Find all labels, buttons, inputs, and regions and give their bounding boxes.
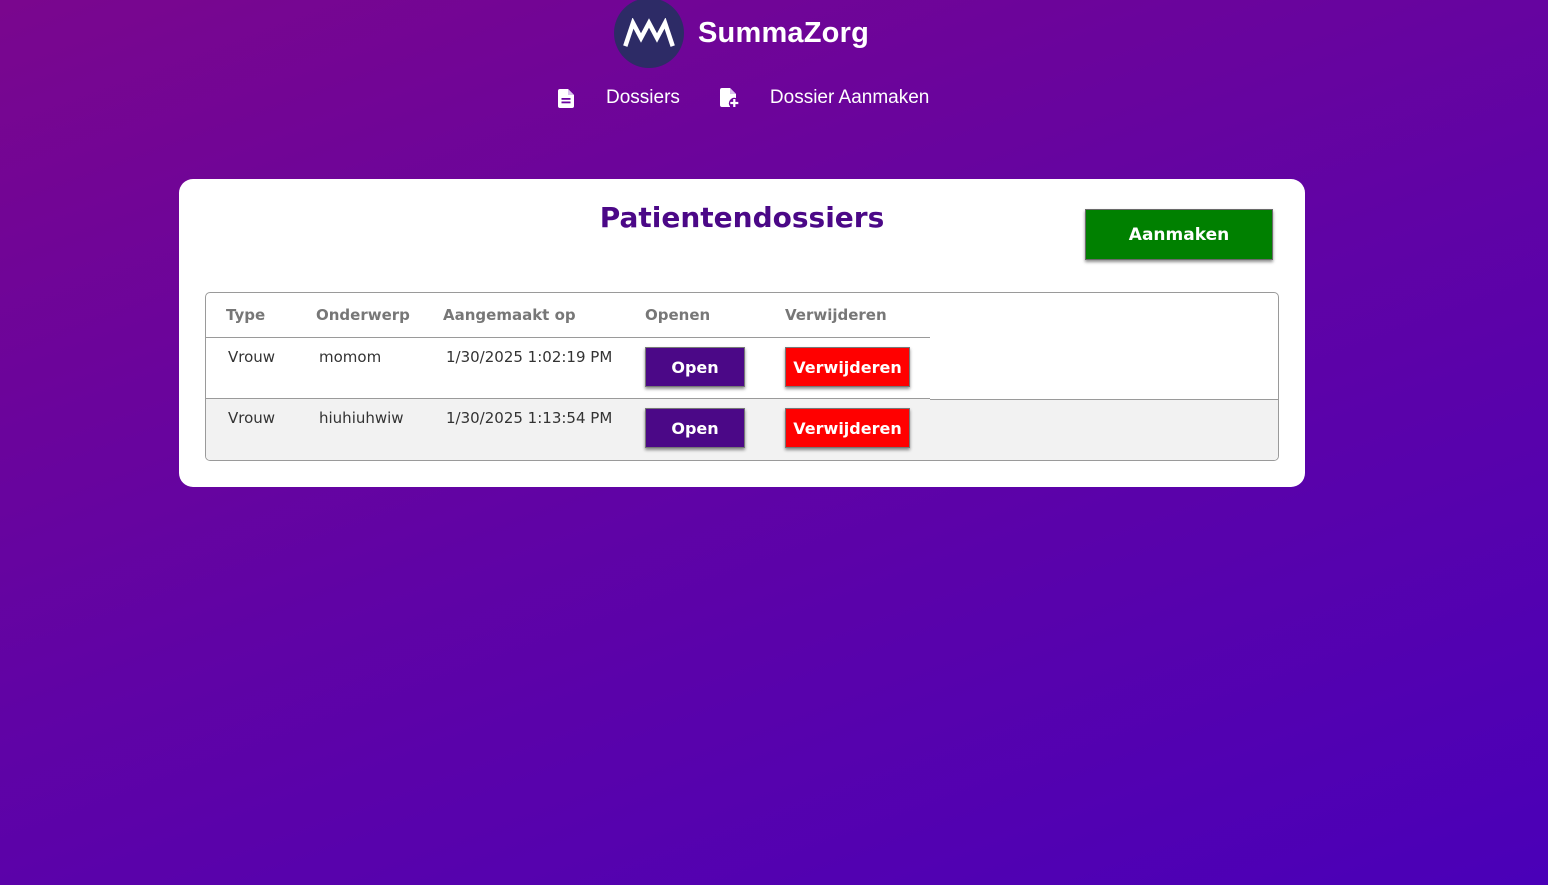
column-header-created: Aangemaakt op [443, 293, 645, 338]
column-header-type: Type [206, 293, 316, 338]
open-button[interactable]: Open [645, 408, 745, 448]
cell-created: 1/30/2025 1:02:19 PM [446, 348, 613, 366]
delete-button[interactable]: Verwijderen [785, 408, 910, 448]
dossiers-table: Type Onderwerp Aangemaakt op Openen Verw… [206, 293, 930, 459]
nav-label-dossier-aanmaken: Dossier Aanmaken [769, 87, 930, 108]
create-dossier-button[interactable]: Aanmaken [1085, 209, 1273, 260]
cell-created: 1/30/2025 1:13:54 PM [446, 409, 613, 427]
nav-item-dossier-aanmaken[interactable]: Dossier Aanmaken [719, 86, 930, 110]
cell-type: Vrouw [228, 409, 276, 427]
file-text-icon [556, 86, 576, 110]
dossiers-card: Patientendossiers Aanmaken Type Onderwer… [179, 179, 1305, 487]
logo-mm-icon [623, 18, 675, 47]
main-nav: Dossiers Dossier Aanmaken [556, 86, 929, 110]
app-name: SummaZorg [698, 16, 869, 49]
table-row: Vrouw momom 1/30/2025 1:02:19 PM Open Ve… [206, 338, 930, 399]
brand[interactable]: SummaZorg [614, 0, 869, 68]
cell-subject: hiuhiuhwiw [319, 409, 404, 427]
logo [614, 0, 684, 68]
nav-item-dossiers[interactable]: Dossiers [556, 86, 680, 110]
nav-label-dossiers: Dossiers [606, 87, 680, 108]
delete-button[interactable]: Verwijderen [785, 347, 910, 387]
column-header-delete: Verwijderen [785, 293, 930, 338]
table-header-row: Type Onderwerp Aangemaakt op Openen Verw… [206, 293, 930, 338]
dossiers-table-container: Type Onderwerp Aangemaakt op Openen Verw… [205, 292, 1279, 461]
cell-subject: momom [319, 348, 382, 366]
table-row: Vrouw hiuhiuhwiw 1/30/2025 1:13:54 PM Op… [206, 398, 930, 459]
cell-type: Vrouw [228, 348, 276, 366]
file-plus-icon [719, 86, 740, 110]
open-button[interactable]: Open [645, 347, 745, 387]
column-header-open: Openen [645, 293, 785, 338]
column-header-subject: Onderwerp [316, 293, 443, 338]
